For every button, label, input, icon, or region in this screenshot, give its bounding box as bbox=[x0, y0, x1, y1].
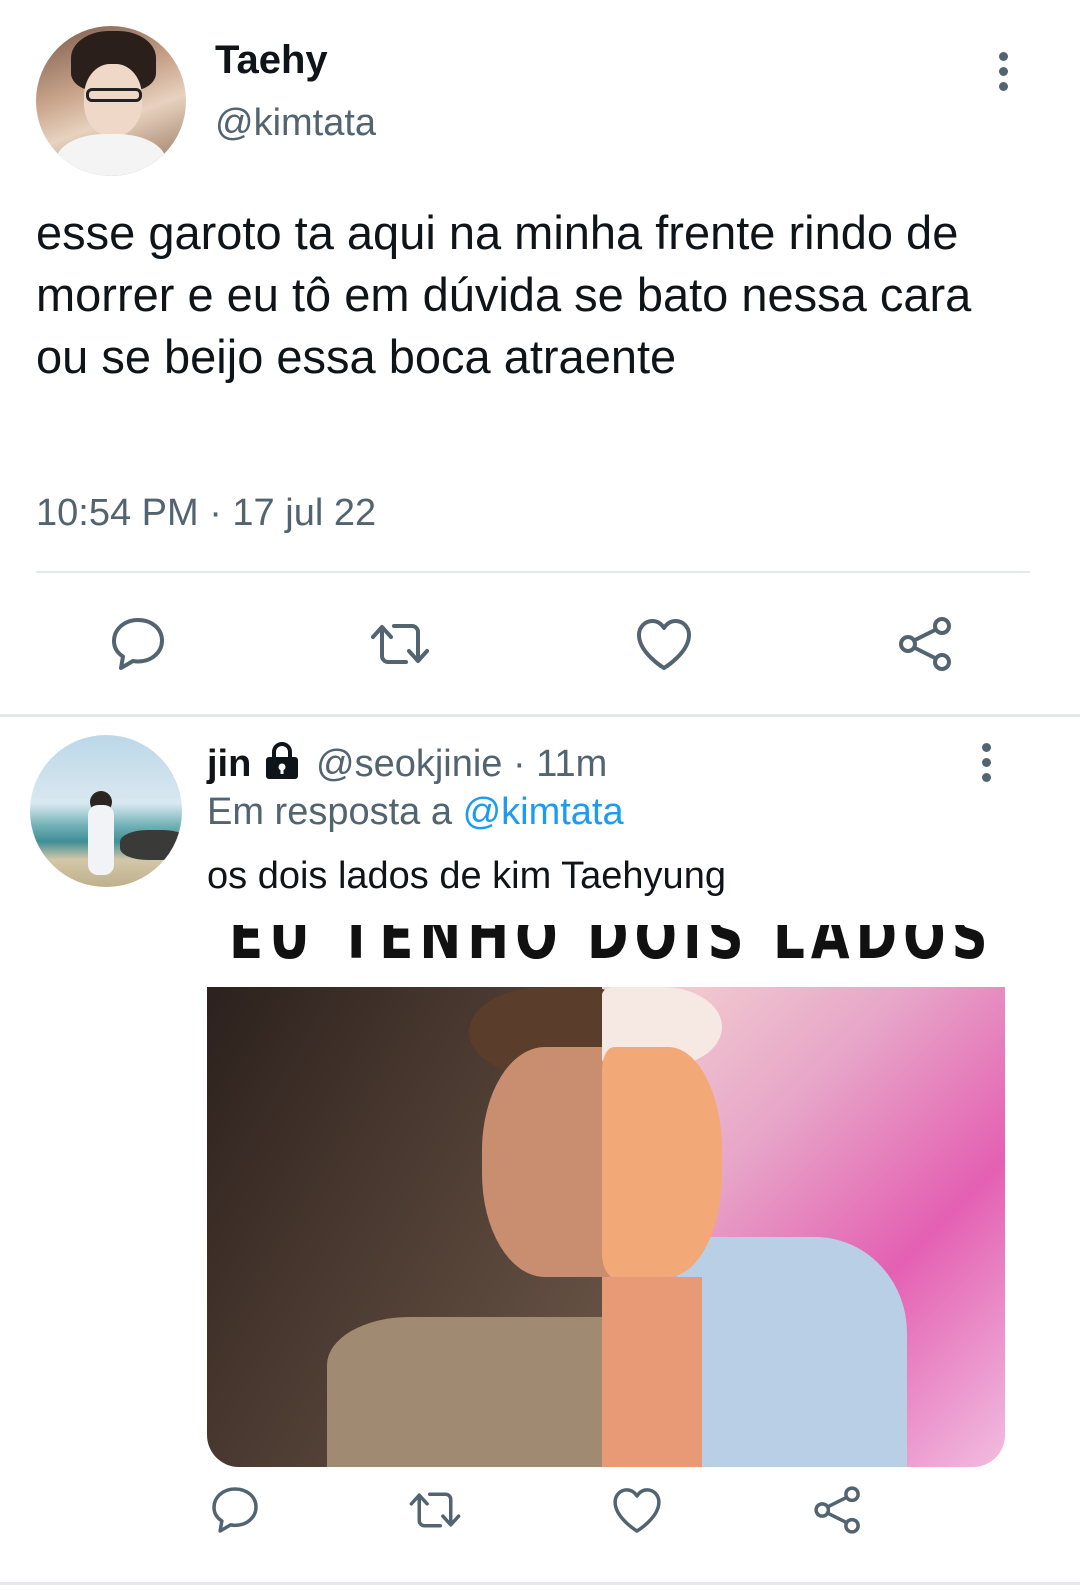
avatar[interactable] bbox=[36, 26, 186, 176]
lock-icon bbox=[263, 741, 301, 781]
more-vertical-icon[interactable] bbox=[973, 743, 999, 787]
display-name[interactable]: Taehy bbox=[215, 38, 328, 83]
heart-icon bbox=[637, 619, 691, 670]
reply-mention-link[interactable]: @kimtata bbox=[463, 791, 624, 833]
user-handle-and-time[interactable]: @seokjinie · 11m bbox=[316, 743, 607, 786]
media-caption-strip: EU TENHO DOIS LADOS bbox=[207, 925, 1005, 985]
tweet-actions bbox=[0, 600, 1080, 690]
heart-icon bbox=[613, 1488, 661, 1533]
main-tweet: Taehy @kimtata esse garoto ta aqui na mi… bbox=[0, 0, 1080, 725]
in-reply-prefix: Em resposta a bbox=[207, 791, 452, 833]
like-button[interactable] bbox=[632, 612, 696, 676]
retweet-button[interactable] bbox=[368, 612, 432, 676]
media-caption: EU TENHO DOIS LADOS bbox=[229, 925, 994, 974]
section-divider bbox=[0, 1582, 1080, 1585]
speech-bubble-icon bbox=[112, 618, 164, 670]
retweet-icon bbox=[409, 1492, 461, 1528]
tweet-actions bbox=[0, 1482, 1080, 1562]
reply-button[interactable] bbox=[106, 612, 170, 676]
display-name[interactable]: jin bbox=[207, 743, 251, 786]
tweet-detail-page: Taehy @kimtata esse garoto ta aqui na mi… bbox=[0, 0, 1080, 1590]
tweet-media-image[interactable] bbox=[207, 987, 1005, 1467]
retweet-button[interactable] bbox=[407, 1482, 463, 1538]
share-button[interactable] bbox=[810, 1482, 866, 1538]
retweet-icon bbox=[371, 624, 429, 664]
user-handle[interactable]: @kimtata bbox=[215, 102, 376, 145]
tweet-text: os dois lados de kim Taehyung bbox=[207, 855, 726, 897]
more-vertical-icon[interactable] bbox=[990, 52, 1016, 96]
divider bbox=[36, 571, 1030, 573]
reply-button[interactable] bbox=[207, 1482, 263, 1538]
avatar[interactable] bbox=[30, 735, 182, 887]
speech-bubble-icon bbox=[212, 1487, 258, 1533]
share-button[interactable] bbox=[894, 612, 958, 676]
in-reply-to: Em resposta a @kimtata bbox=[207, 791, 624, 834]
like-button[interactable] bbox=[609, 1482, 665, 1538]
share-icon bbox=[814, 1486, 860, 1534]
tweet-text: esse garoto ta aqui na minha frente rind… bbox=[36, 206, 972, 383]
share-icon bbox=[899, 617, 951, 671]
reply-tweet[interactable]: jin @seokjinie · 11m Em resposta a @kimt… bbox=[0, 717, 1080, 1590]
tweet-timestamp[interactable]: 10:54 PM · 17 jul 22 bbox=[36, 492, 376, 535]
